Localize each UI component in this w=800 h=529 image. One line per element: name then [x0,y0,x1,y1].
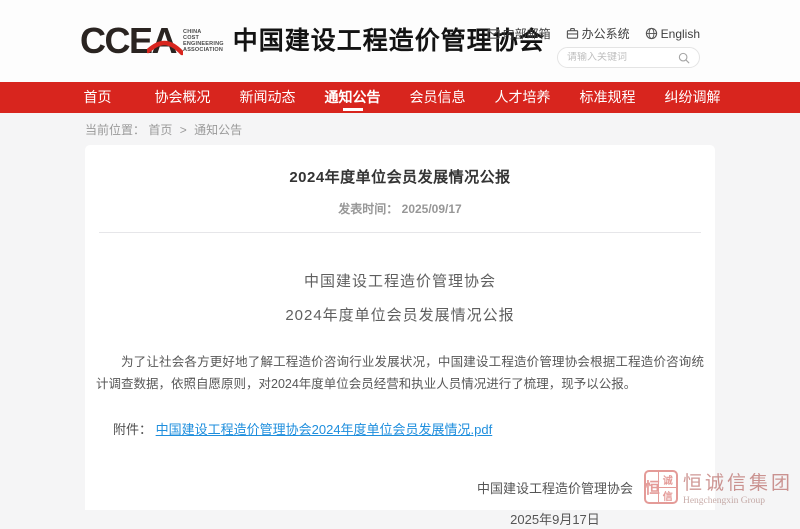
signature-org: 中国建设工程造价管理协会 [477,478,633,497]
nav-item-training[interactable]: 人才培养 [480,82,565,113]
watermark-name-en: Hengchengxin Group [683,496,793,506]
quick-links: 内部邮箱 办公系统 English [487,25,700,42]
site-header: CCEA CHINA COST ENGINEERING ASSOCIATION … [0,0,800,82]
breadcrumb-separator: > [180,123,187,137]
nav-item-about[interactable]: 协会概况 [140,82,225,113]
logo-tagline: CHINA COST ENGINEERING ASSOCIATION [183,29,224,53]
breadcrumb: 当前位置： 首页 > 通知公告 [85,120,242,140]
nav-item-home[interactable]: 首页 [55,82,140,113]
mail-icon [487,27,500,40]
body-paragraph: 为了让社会各方更好地了解工程造价咨询行业发展状况，中国建设工程造价管理协会根据工… [96,351,704,395]
globe-icon [645,27,658,40]
site-logo[interactable]: CCEA CHINA COST ENGINEERING ASSOCIATION … [80,21,545,61]
search-box [557,47,700,68]
link-label: 办公系统 [582,25,630,42]
nav-item-standards[interactable]: 标准规程 [565,82,650,113]
article-publish-time: 发表时间： 2025/09/17 [85,200,715,217]
briefcase-icon [566,27,579,40]
watermark-name: 恒诚信集团 [683,468,793,495]
publish-time-value: 2025/09/17 [402,202,462,216]
watermark-seal-icon: 恒 诚 信 [644,470,678,504]
attachment-label: 附件： [113,422,152,437]
watermark: 恒 诚 信 恒诚信集团 Hengchengxin Group [644,468,793,506]
nav-item-members[interactable]: 会员信息 [395,82,480,113]
seal-char: 诚 [659,472,676,488]
link-label: English [661,27,700,41]
link-label: 内部邮箱 [503,25,551,42]
attachment-row: 附件： 中国建设工程造价管理协会2024年度单位会员发展情况.pdf [113,419,715,438]
search-input[interactable] [567,52,678,63]
search-icon[interactable] [678,52,690,64]
publish-time-label: 发表时间： [338,202,398,216]
nav-item-news[interactable]: 新闻动态 [225,82,310,113]
logo-swoosh-icon [147,38,183,56]
attachment-pdf-link[interactable]: 中国建设工程造价管理协会2024年度单位会员发展情况.pdf [156,422,493,437]
link-office-system[interactable]: 办公系统 [566,25,630,42]
signature-block: 中国建设工程造价管理协会 2025年9月17日 [85,478,715,529]
article-card: 2024年度单位会员发展情况公报 发表时间： 2025/09/17 中国建设工程… [85,145,715,510]
nav-item-notices[interactable]: 通知公告 [310,82,395,113]
breadcrumb-notices[interactable]: 通知公告 [194,123,242,137]
link-english[interactable]: English [645,27,700,41]
article-title: 2024年度单位会员发展情况公报 [85,145,715,187]
seal-char: 信 [659,488,676,503]
nav-item-mediation[interactable]: 纠纷调解 [650,82,735,113]
main-nav: 首页 协会概况 新闻动态 通知公告 会员信息 人才培养 标准规程 纠纷调解 [0,82,800,113]
body-heading-title: 2024年度单位会员发展情况公报 [85,304,715,325]
body-heading-org: 中国建设工程造价管理协会 [85,270,715,291]
logo-acronym: CCEA [80,21,176,61]
title-divider [99,232,701,233]
signature-date: 2025年9月17日 [477,509,633,528]
link-internal-mail[interactable]: 内部邮箱 [487,25,551,42]
breadcrumb-prefix: 当前位置： [85,123,145,137]
seal-char: 恒 [646,472,660,502]
breadcrumb-home[interactable]: 首页 [148,123,172,137]
